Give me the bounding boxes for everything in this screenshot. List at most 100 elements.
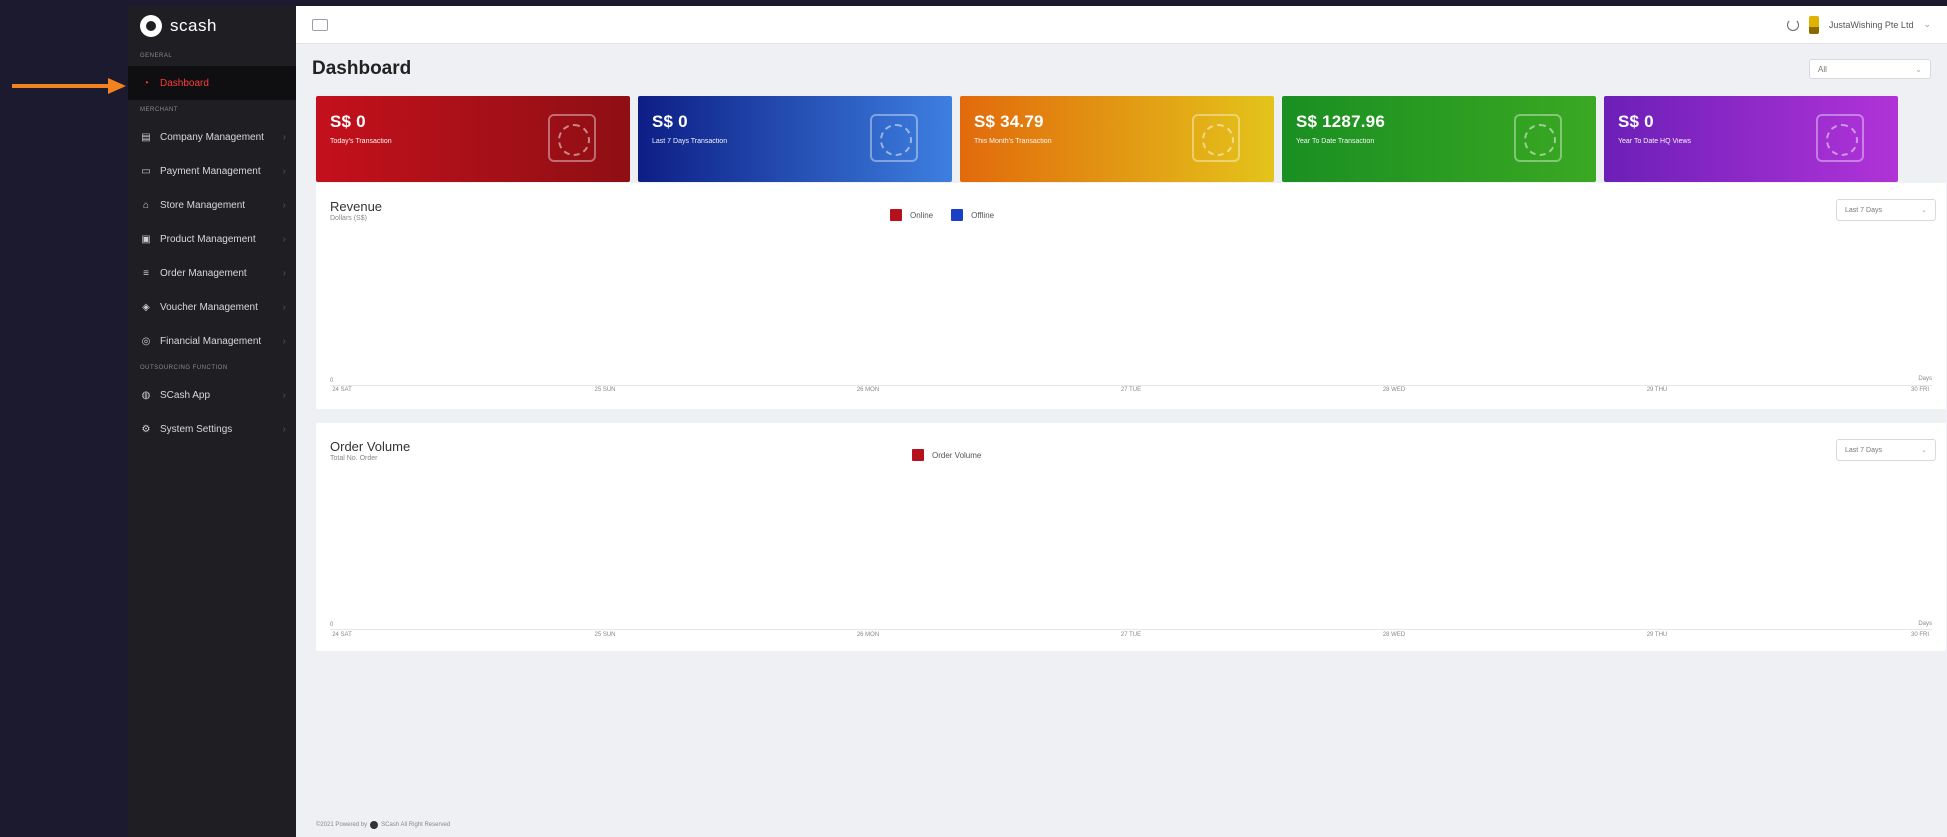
x-tick-label: 27 TUE (1120, 632, 1142, 638)
stat-card-last-7-days[interactable]: S$ 0 Last 7 Days Transaction (638, 96, 952, 182)
app-icon: ◍ (141, 389, 151, 401)
legend-swatch (951, 209, 964, 221)
chevron-down-icon: ⌄ (1921, 447, 1927, 454)
chart-title: Revenue (330, 199, 383, 214)
chevron-right-icon: › (282, 389, 286, 401)
sidebar-item-label: System Settings (160, 423, 233, 435)
x-tick-label: 28 WED (1382, 632, 1406, 638)
scash-logo-icon (370, 821, 379, 829)
speedometer-icon: ◔ (142, 77, 150, 89)
sidebar-item[interactable]: ⌂ Store Management › (128, 188, 296, 222)
order-icon: ≡ (143, 267, 149, 279)
transaction-icon (1192, 114, 1240, 162)
y-axis-zero-label: 0 (330, 622, 334, 628)
sidebar-item[interactable]: ◍ SCash App › (128, 378, 296, 412)
chart-legend: Online Offline (890, 209, 994, 221)
sidebar-section-label: MERCHANT (140, 107, 178, 113)
company-logo-icon (1808, 15, 1819, 34)
brand-logo-icon (140, 15, 162, 37)
box-icon: ▣ (141, 233, 151, 245)
sidebar-item[interactable]: ▭ Payment Management › (128, 154, 296, 188)
x-tick-label: 24 SAT (332, 632, 352, 638)
pointer-arrow-icon (12, 78, 126, 94)
chevron-right-icon: › (282, 335, 286, 347)
x-axis-unit-label: Days (1918, 376, 1932, 382)
footer-text-after: SCash All Right Reserved (381, 822, 451, 828)
x-axis-line (330, 385, 1932, 386)
sidebar-item[interactable]: ◈ Voucher Management › (128, 290, 296, 324)
chevron-down-icon: ⌄ (1915, 64, 1922, 74)
store-icon: ⌂ (142, 199, 150, 211)
finance-icon: ◎ (141, 335, 151, 347)
sidebar-item-label: Store Management (160, 199, 246, 211)
store-filter-select[interactable]: All ⌄ (1809, 59, 1931, 79)
stat-card-year-to-date[interactable]: S$ 1287.96 Year To Date Transaction (1282, 96, 1596, 182)
page-header: Dashboard All ⌄ (296, 44, 1947, 94)
x-tick-label: 26 MON (856, 632, 880, 638)
sidebar-item-label: Payment Management (160, 165, 261, 177)
filter-value: All (1818, 64, 1827, 74)
chart-subtitle: Total No. Order (330, 455, 378, 462)
sidebar-item[interactable]: ⚙ System Settings › (128, 412, 296, 446)
footer: ©2021 Powered by SCash All Right Reserve… (316, 821, 450, 829)
legend-swatch (912, 449, 924, 461)
menu-toggle-icon[interactable] (312, 18, 328, 31)
sidebar-item[interactable]: ▤ Company Management › (128, 120, 296, 154)
chevron-down-icon[interactable]: ⌄ (1923, 19, 1931, 30)
chevron-right-icon: › (282, 233, 286, 245)
x-tick-label: 26 MON (856, 387, 880, 393)
x-tick-label: 30 FRI (1910, 632, 1929, 638)
range-value: Last 7 Days (1845, 446, 1882, 454)
main-content: JustaWishing Pte Ltd ⌄ Dashboard All ⌄ S… (296, 6, 1947, 837)
legend-item-order-volume[interactable]: Order Volume (912, 449, 981, 461)
brand-name: scash (170, 16, 217, 35)
stat-card-today[interactable]: S$ 0 Today's Transaction (316, 96, 630, 182)
sidebar-item[interactable]: ◔ Dashboard (128, 66, 296, 100)
revenue-chart-panel: Revenue Dollars (S$) Online Offline Last… (316, 183, 1946, 409)
settings-icon: ⚙ (141, 423, 151, 435)
card-icon: ▭ (141, 165, 151, 177)
chevron-right-icon: › (282, 301, 286, 313)
sidebar-item-label: Product Management (160, 233, 256, 245)
refresh-icon[interactable] (1786, 18, 1799, 31)
legend-item-offline[interactable]: Offline (951, 209, 994, 221)
views-icon (1816, 114, 1864, 162)
order-range-select[interactable]: Last 7 Days ⌄ (1836, 439, 1936, 461)
legend-swatch (890, 209, 902, 221)
footer-text-before: ©2021 Powered by (316, 822, 368, 828)
y-axis-zero-label: 0 (330, 378, 334, 384)
chevron-right-icon: › (282, 131, 286, 143)
revenue-range-select[interactable]: Last 7 Days ⌄ (1836, 199, 1936, 221)
company-name[interactable]: JustaWishing Pte Ltd (1829, 20, 1914, 30)
x-tick-label: 29 THU (1646, 387, 1668, 393)
sidebar-section-label: GENERAL (140, 53, 173, 59)
sidebar-item-label: Company Management (160, 131, 264, 143)
x-tick-label: 27 TUE (1120, 387, 1142, 393)
transaction-icon (870, 114, 918, 162)
sidebar-item[interactable]: ▣ Product Management › (128, 222, 296, 256)
transaction-icon (548, 114, 596, 162)
legend-item-online[interactable]: Online (890, 209, 933, 221)
x-tick-label: 25 SUN (594, 632, 616, 638)
page-title: Dashboard (312, 58, 412, 79)
sidebar-item[interactable]: ◎ Financial Management › (128, 324, 296, 358)
sidebar-nav: GENERAL ◔ Dashboard MERCHANT ▤ Company Manage… (128, 46, 296, 446)
sidebar-item-label: Financial Management (160, 335, 262, 347)
sidebar-item[interactable]: ≡ Order Management › (128, 256, 296, 290)
chevron-right-icon: › (282, 165, 286, 177)
chevron-right-icon: › (282, 423, 286, 435)
x-axis-line (330, 629, 1932, 630)
voucher-icon: ◈ (142, 301, 150, 313)
chart-subtitle: Dollars (S$) (330, 215, 367, 222)
order-plot-area: 0 Days 24 SAT 25 SUN 26 MON 27 TUE 28 WED 29 … (330, 617, 1932, 645)
sidebar-item-label: Order Management (160, 267, 247, 279)
topbar: JustaWishing Pte Ltd ⌄ (296, 6, 1947, 44)
stat-card-this-month[interactable]: S$ 34.79 This Month's Transaction (960, 96, 1274, 182)
sidebar-item-label: Voucher Management (160, 301, 258, 313)
stat-card-hq-views[interactable]: S$ 0 Year To Date HQ Views (1604, 96, 1898, 182)
x-tick-label: 29 THU (1646, 632, 1668, 638)
x-axis-unit-label: Days (1918, 621, 1932, 627)
brand[interactable]: scash (128, 6, 296, 46)
x-tick-label: 25 SUN (594, 387, 616, 393)
stat-cards: S$ 0 Today's Transaction S$ 0 Last 7 Day… (296, 96, 1947, 182)
